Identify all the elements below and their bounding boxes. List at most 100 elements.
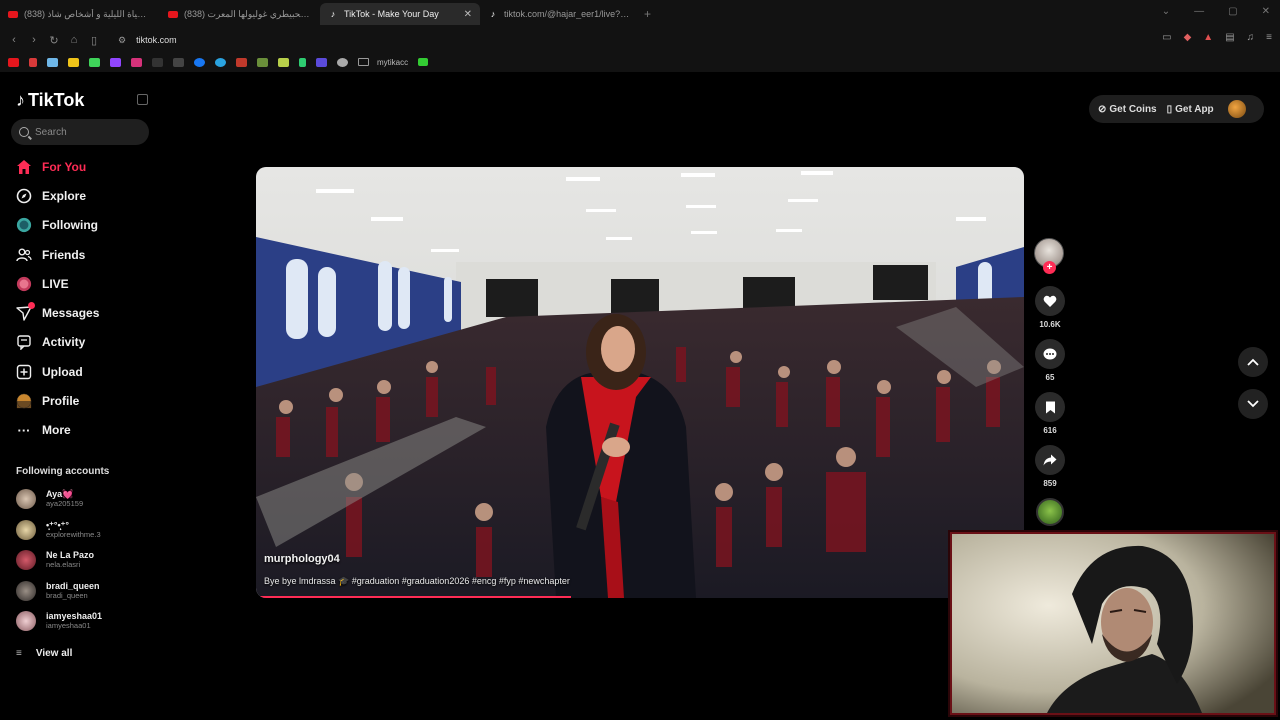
yellow-bookmark-icon[interactable] — [68, 57, 79, 67]
video-progress-bar[interactable] — [256, 596, 571, 598]
site-settings-icon[interactable]: ⚙ — [118, 35, 126, 46]
search-input[interactable] — [35, 126, 135, 138]
save-action[interactable]: 616 — [1034, 392, 1066, 435]
collapse-sidebar-icon[interactable] — [137, 94, 148, 105]
view-all-label: View all — [35, 648, 73, 659]
bookmark-save-icon[interactable] — [1035, 392, 1065, 422]
following-avatar-icon — [16, 217, 32, 233]
person-bookmark-icon[interactable] — [278, 57, 289, 67]
close-window-icon[interactable]: ✕ — [1262, 6, 1270, 17]
avatar — [16, 580, 36, 601]
home-browser-icon[interactable]: ⌂ — [64, 34, 84, 46]
nav-item-for-you[interactable]: For You — [0, 152, 160, 181]
nav-item-profile[interactable]: Profile — [0, 386, 160, 415]
minimize-icon[interactable]: — — [1194, 6, 1204, 17]
get-coins-button[interactable]: ⊘ Get Coins — [1098, 104, 1157, 115]
following-account[interactable]: Ne La Pazo nela.elasri — [16, 545, 156, 576]
browser-tab[interactable]: (838) أسرار الحياة الليلية و أشخاص شاذ — [0, 3, 160, 25]
search-box[interactable] — [11, 119, 149, 145]
forward-icon[interactable]: › — [24, 34, 44, 46]
tab-search-icon[interactable]: ⌄ — [1162, 6, 1170, 17]
kick-bookmark-icon[interactable] — [89, 57, 100, 67]
next-video-button[interactable] — [1238, 389, 1268, 419]
green-bookmark-icon[interactable] — [257, 57, 268, 67]
like-count: 10.6K — [1039, 320, 1061, 329]
bookmark-icon[interactable]: ▯ — [84, 34, 104, 47]
webcam-portrait — [952, 534, 1274, 713]
like-action[interactable]: 10.6K — [1034, 286, 1066, 329]
main-nav: For You Explore Following Friends LIVE M… — [0, 152, 160, 445]
sidebar-icon[interactable]: ▤ — [1225, 32, 1234, 43]
view-all-link[interactable]: ≡ View all — [16, 648, 72, 659]
browser-tab[interactable]: ♪ tiktok.com/@hajar_eer1/live?enter_f — [480, 3, 640, 25]
get-app-button[interactable]: ▯ Get App — [1167, 104, 1214, 115]
address-field[interactable]: ⚙ tiktok.com — [118, 35, 177, 46]
share-icon[interactable] — [1035, 445, 1065, 475]
signal-bookmark-icon[interactable] — [418, 58, 429, 66]
nav-item-messages[interactable]: Messages — [0, 298, 160, 327]
youtube-bookmark-icon[interactable] — [8, 57, 19, 67]
share-action[interactable]: 859 — [1034, 445, 1066, 488]
browser-toolbar-icons: ▭ ◆ ▲ ▤ ♫ ≡ — [1162, 32, 1272, 43]
nav-item-more[interactable]: ··· More — [0, 416, 160, 445]
following-account[interactable]: Aya💓 aya205159 — [16, 484, 156, 515]
comment-action[interactable]: 65 — [1034, 339, 1066, 382]
nav-item-activity[interactable]: Activity — [0, 328, 160, 357]
user-avatar[interactable] — [1227, 100, 1246, 118]
creator-avatar[interactable]: + — [1034, 238, 1064, 274]
tiktok-logo[interactable]: ♪ TikTok — [16, 90, 84, 111]
music-icon[interactable]: ♫ — [1247, 32, 1255, 43]
nav-item-upload[interactable]: Upload — [0, 357, 160, 386]
browser-tab[interactable]: (838) الشاب الحبيطري غوليولها المعرت — [160, 3, 320, 25]
music-disc-icon[interactable] — [1036, 498, 1064, 526]
webcam-overlay — [950, 532, 1276, 715]
messages-icon — [16, 302, 35, 321]
new-tab-button[interactable]: + — [644, 7, 651, 21]
nav-item-live[interactable]: LIVE — [0, 269, 160, 298]
back-icon[interactable]: ‹ — [4, 34, 24, 46]
star-bookmark-icon[interactable] — [47, 57, 58, 67]
comment-icon[interactable] — [1035, 339, 1065, 369]
instagram-bookmark-icon[interactable] — [131, 57, 142, 67]
up-arrow-bookmark-icon[interactable] — [299, 57, 306, 67]
follow-plus-icon[interactable]: + — [1043, 261, 1056, 274]
red-bookmark-icon[interactable] — [236, 57, 247, 67]
following-account[interactable]: •̩̩͙⁺°•̩̩͙⁺° explorewithme.3 — [16, 515, 156, 546]
following-account[interactable]: iamyeshaa01 iamyeshaa01 — [16, 606, 156, 637]
video-player[interactable]: murphology04 Bye bye lmdrassa 🎓 #graduat… — [256, 167, 1024, 598]
shield-icon[interactable]: ▲ — [1203, 32, 1213, 43]
video-author[interactable]: murphology04 — [264, 553, 340, 565]
facebook-bookmark-icon[interactable] — [194, 57, 205, 67]
account-name: bradi_queen — [46, 580, 100, 591]
telegram-bookmark-icon[interactable] — [215, 57, 226, 67]
browser-tab-active[interactable]: ♪ TikTok - Make Your Day ✕ — [320, 3, 480, 25]
arrow-bookmark-icon[interactable] — [29, 57, 37, 67]
nav-item-following[interactable]: Following — [0, 211, 160, 240]
video-caption[interactable]: Bye bye lmdrassa 🎓 #graduation #graduati… — [264, 576, 570, 587]
url-text[interactable]: tiktok.com — [136, 35, 177, 45]
reload-icon[interactable]: ↻ — [44, 34, 64, 47]
twitch-bookmark-icon[interactable] — [110, 57, 121, 67]
previous-video-button[interactable] — [1238, 347, 1268, 377]
heart-icon[interactable] — [1035, 286, 1065, 316]
nav-label: Upload — [42, 364, 83, 379]
purple-bookmark-icon[interactable] — [316, 57, 327, 67]
menu-icon[interactable]: ≡ — [1266, 32, 1272, 43]
x-bookmark-icon[interactable] — [173, 57, 184, 67]
browser-tab-strip: (838) أسرار الحياة الليلية و أشخاص شاذ (… — [0, 0, 1280, 28]
folder-icon[interactable] — [358, 58, 369, 66]
extension-icon[interactable]: ◆ — [1184, 32, 1192, 43]
cast-icon[interactable]: ▭ — [1162, 32, 1171, 43]
profile-icon — [16, 393, 32, 409]
nav-item-friends[interactable]: Friends — [0, 240, 160, 269]
account-handle: bradi_queen — [46, 590, 88, 600]
globe-bookmark-icon[interactable] — [337, 57, 348, 67]
bookmark-label[interactable]: mytikacc — [377, 58, 408, 67]
maximize-icon[interactable]: ▢ — [1228, 6, 1237, 17]
following-account[interactable]: bradi_queen bradi_queen — [16, 576, 156, 607]
coin-icon: ⊘ — [1098, 103, 1107, 115]
close-tab-icon[interactable]: ✕ — [464, 9, 472, 20]
nav-item-explore[interactable]: Explore — [0, 181, 160, 210]
tab-title: TikTok - Make Your Day — [344, 9, 439, 19]
tiktok-bookmark-icon[interactable] — [152, 57, 163, 67]
